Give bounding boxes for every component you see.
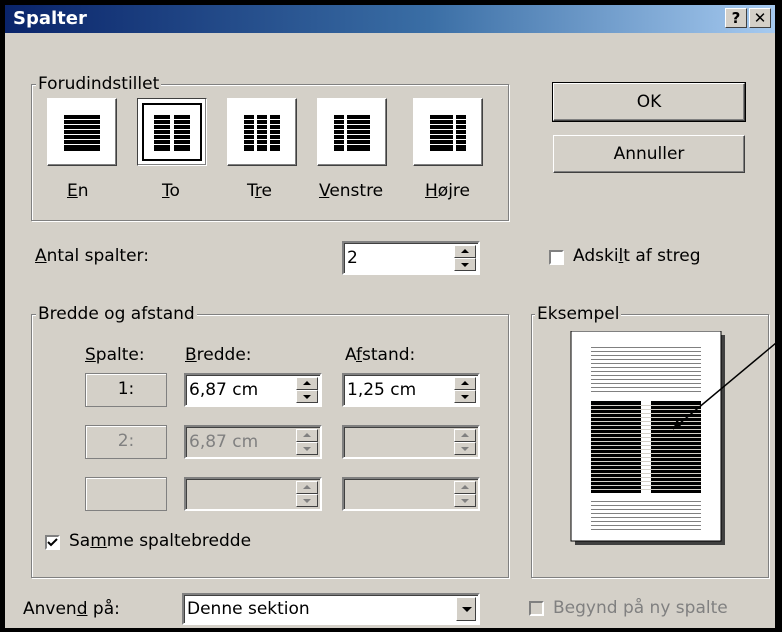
preset-left-label: Venstre xyxy=(319,181,384,201)
column-number-1: 1: xyxy=(85,373,167,407)
dialog-title: Spalter xyxy=(13,8,87,29)
preview-column-2 xyxy=(651,401,701,493)
num-columns-spin-buttons xyxy=(454,245,476,271)
columns-dialog: Spalter ? ✕ Forudindstillet En To Tre Ve… xyxy=(3,3,777,630)
spin-down-icon xyxy=(296,442,318,455)
width-spinner-1[interactable]: 6,87 cm xyxy=(184,373,322,407)
column-number-3 xyxy=(85,477,167,511)
column-number-2: 2: xyxy=(85,425,167,459)
help-button[interactable]: ? xyxy=(725,8,747,28)
preset-right[interactable] xyxy=(413,98,483,166)
spacing-spinner-1[interactable]: 1,25 cm xyxy=(342,373,480,407)
spin-up-icon[interactable] xyxy=(454,377,476,390)
column-header: Spalte: xyxy=(85,345,145,365)
dropdown-arrow-icon[interactable] xyxy=(456,597,476,621)
spin-down-icon[interactable] xyxy=(454,258,476,271)
preset-two-label: To xyxy=(162,181,180,201)
right-column-icon xyxy=(430,115,466,151)
spin-up-icon xyxy=(454,429,476,442)
num-columns-label: Antal spalter: xyxy=(35,246,149,266)
ok-button[interactable]: OK xyxy=(552,82,746,122)
num-columns-value: 2 xyxy=(347,248,358,268)
apply-to-dropdown[interactable]: Denne sektion xyxy=(182,593,480,625)
preview-page xyxy=(570,331,775,545)
preset-one-label: En xyxy=(67,181,89,201)
same-width-label: Samme spaltebredde xyxy=(69,531,252,551)
preset-three-label: Tre xyxy=(247,181,272,201)
width-spin-buttons-1 xyxy=(296,377,318,403)
width-value-2: 6,87 cm xyxy=(189,432,259,452)
spacing-value-1: 1,25 cm xyxy=(347,380,417,400)
new-column-checkbox[interactable] xyxy=(529,601,544,616)
num-columns-spinner[interactable]: 2 xyxy=(342,241,480,275)
width-header: Bredde: xyxy=(185,345,252,365)
preset-two[interactable] xyxy=(137,98,207,166)
spacing-spin-buttons-2 xyxy=(454,429,476,455)
close-button[interactable]: ✕ xyxy=(749,8,771,28)
spacing-spin-buttons-3 xyxy=(454,481,476,507)
width-spinner-3[interactable] xyxy=(184,477,322,511)
spin-up-icon[interactable] xyxy=(454,245,476,258)
title-bar[interactable]: Spalter ? ✕ xyxy=(5,5,775,33)
two-columns-icon xyxy=(154,115,190,151)
preview-legend: Eksempel xyxy=(535,304,622,324)
spin-up-icon[interactable] xyxy=(296,377,318,390)
spin-down-icon[interactable] xyxy=(454,390,476,403)
spin-up-icon xyxy=(454,481,476,494)
spin-down-icon[interactable] xyxy=(296,390,318,403)
one-column-icon xyxy=(64,115,100,151)
width-spin-buttons-2 xyxy=(296,429,318,455)
spin-down-icon xyxy=(296,494,318,507)
spacing-header: Afstand: xyxy=(345,345,416,365)
apply-to-label: Anvend på: xyxy=(23,599,120,619)
left-column-icon xyxy=(334,115,370,151)
cancel-button[interactable]: Annuller xyxy=(553,135,745,173)
three-columns-icon xyxy=(244,115,280,151)
presets-legend: Forudindstillet xyxy=(36,74,162,94)
spacing-spinner-3[interactable] xyxy=(342,477,480,511)
spacing-spin-buttons-1 xyxy=(454,377,476,403)
spacing-spinner-2[interactable] xyxy=(342,425,480,459)
spin-up-icon xyxy=(296,481,318,494)
apply-to-value: Denne sektion xyxy=(187,599,310,619)
spin-down-icon xyxy=(454,442,476,455)
preset-right-label: Højre xyxy=(425,181,470,201)
new-column-label: Begynd på ny spalte xyxy=(553,598,728,618)
width-spacing-legend: Bredde og afstand xyxy=(36,304,197,324)
spin-down-icon xyxy=(454,494,476,507)
spin-up-icon xyxy=(296,429,318,442)
width-spinner-2[interactable]: 6,87 cm xyxy=(184,425,322,459)
preset-left[interactable] xyxy=(317,98,387,166)
separator-checkbox[interactable] xyxy=(549,250,564,265)
preset-three[interactable] xyxy=(227,98,297,166)
same-width-checkbox[interactable] xyxy=(45,535,60,550)
preset-one[interactable] xyxy=(47,98,117,166)
width-spin-buttons-3 xyxy=(296,481,318,507)
width-value-1: 6,87 cm xyxy=(189,380,259,400)
checkmark-icon xyxy=(47,538,58,547)
separator-label: Adskilt af streg xyxy=(573,246,701,266)
preview-column-1 xyxy=(591,401,641,493)
